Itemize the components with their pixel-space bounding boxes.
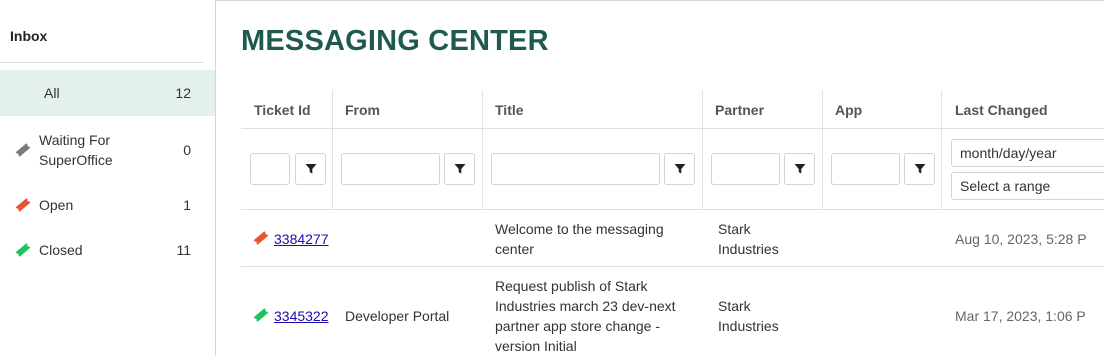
title-filter-button[interactable] — [664, 153, 695, 185]
tickets-grid: Ticket Id From Title Partner App Last Ch… — [241, 90, 1104, 356]
page-title: MESSAGING CENTER — [241, 25, 549, 57]
ticket-icon — [15, 243, 31, 257]
sidebar-item-waiting[interactable]: Waiting For SuperOffice 0 — [0, 126, 215, 174]
ticket-icon — [15, 198, 31, 212]
divider — [0, 62, 204, 63]
column-header-from[interactable]: From — [345, 102, 380, 118]
filter-icon — [454, 164, 465, 174]
sidebar-item-label: Open — [39, 197, 74, 213]
date-filter-input[interactable]: month/day/year — [951, 139, 1104, 167]
ticket-id-link[interactable]: 3345322 — [274, 306, 329, 326]
column-header-title[interactable]: Title — [495, 102, 524, 118]
sidebar-item-label: Closed — [39, 242, 83, 258]
sidebar-item-count: 11 — [176, 242, 191, 258]
column-header-last-changed[interactable]: Last Changed — [955, 102, 1048, 118]
filter-icon — [794, 164, 805, 174]
date-range-select[interactable]: Select a range — [951, 172, 1104, 200]
last-changed-cell: Mar 17, 2023, 1:06 P — [955, 308, 1086, 324]
column-header-app[interactable]: App — [835, 102, 862, 118]
title-cell: Request publish of Stark Industries marc… — [495, 278, 676, 354]
sidebar-item-count: 0 — [183, 142, 191, 158]
sidebar-item-count: 1 — [183, 197, 191, 213]
title-cell: Welcome to the messaging center — [495, 221, 664, 257]
filter-divider — [241, 209, 1104, 210]
from-filter-button[interactable] — [444, 153, 475, 185]
ticket-id-filter-input[interactable] — [250, 153, 290, 185]
column-divider — [941, 90, 942, 210]
column-divider — [822, 90, 823, 210]
column-header-ticket-id[interactable]: Ticket Id — [254, 102, 311, 118]
filter-icon — [914, 164, 925, 174]
column-divider — [702, 90, 703, 210]
sidebar-item-label: Waiting For SuperOffice — [39, 132, 113, 168]
from-cell: Developer Portal — [345, 308, 450, 324]
row-divider — [241, 266, 1104, 267]
sidebar-item-label: All — [44, 85, 60, 101]
app-filter-button[interactable] — [904, 153, 935, 185]
sidebar-item-count: 12 — [175, 85, 191, 101]
partner-cell: Stark Industries — [718, 221, 779, 257]
column-header-partner[interactable]: Partner — [715, 102, 764, 118]
sidebar-item-all[interactable]: All 12 — [0, 70, 215, 116]
ticket-icon — [15, 143, 31, 157]
column-divider — [482, 90, 483, 210]
ticket-icon — [253, 231, 269, 245]
app-filter-input[interactable] — [831, 153, 900, 185]
sidebar-item-closed[interactable]: Closed 11 — [0, 239, 215, 261]
partner-filter-input[interactable] — [711, 153, 780, 185]
ticket-icon — [253, 308, 269, 322]
filter-icon — [674, 164, 685, 174]
title-filter-input[interactable] — [491, 153, 660, 185]
inbox-heading: Inbox — [10, 28, 48, 44]
from-filter-input[interactable] — [341, 153, 440, 185]
last-changed-cell: Aug 10, 2023, 5:28 P — [955, 231, 1087, 247]
sidebar-item-open[interactable]: Open 1 — [0, 194, 215, 216]
ticket-id-link[interactable]: 3384277 — [274, 229, 329, 249]
partner-cell: Stark Industries — [718, 298, 779, 334]
inbox-sidebar: Inbox All 12 Waiting For SuperOffice 0 O… — [0, 0, 216, 356]
header-divider — [241, 128, 1104, 129]
column-divider — [332, 90, 333, 210]
filter-icon — [305, 164, 316, 174]
ticket-id-filter-button[interactable] — [295, 153, 326, 185]
partner-filter-button[interactable] — [784, 153, 815, 185]
messaging-main: MESSAGING CENTER Ticket Id From Title Pa… — [217, 1, 1104, 356]
